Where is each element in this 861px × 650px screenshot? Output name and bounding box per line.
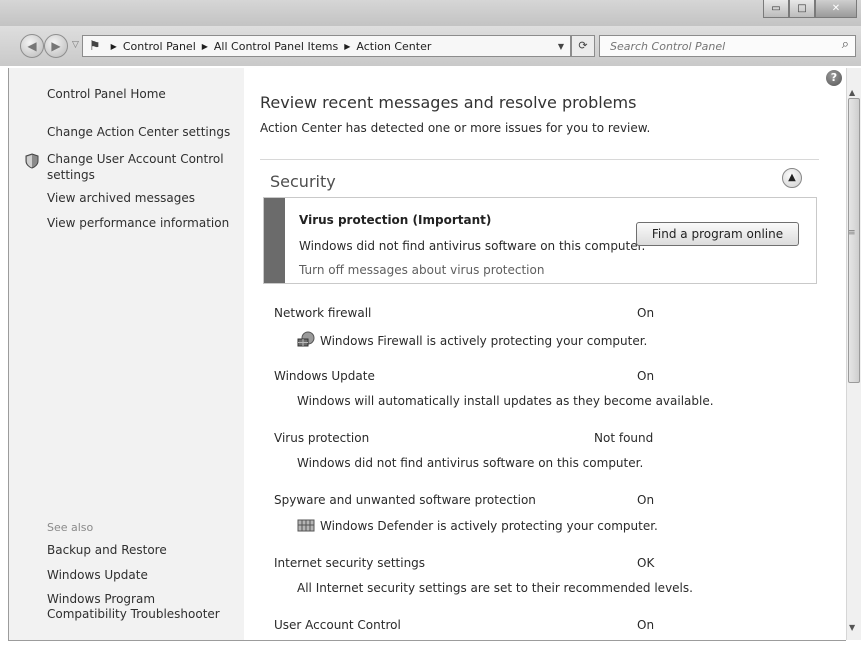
sidebar-item-uac-settings[interactable]: Change User Account Control settings: [47, 151, 237, 183]
item-name-user-account-control: User Account Control: [274, 618, 401, 632]
content-area: Control Panel Home Change Action Center …: [8, 68, 846, 641]
item-name-internet-security: Internet security settings: [274, 556, 426, 570]
close-button[interactable]: ✕: [815, 0, 857, 18]
item-status-user-account-control: On: [637, 618, 655, 632]
help-icon[interactable]: ?: [826, 70, 842, 86]
item-desc-spyware-protection: Windows Defender is actively protecting …: [297, 518, 658, 533]
chevron-right-icon[interactable]: ▶: [344, 42, 350, 51]
item-desc-network-firewall: Windows Firewall is actively protecting …: [297, 331, 647, 348]
breadcrumb-control-panel[interactable]: Control Panel: [123, 40, 196, 53]
refresh-button[interactable]: ⟳: [571, 35, 595, 57]
arrow-left-icon: ◀: [27, 39, 37, 53]
address-bar[interactable]: ⚑ ▶ Control Panel ▶ All Control Panel It…: [82, 35, 571, 57]
minimize-button[interactable]: ▭: [763, 0, 789, 18]
see-also-compatibility-troubleshooter[interactable]: Windows Program Compatibility Troublesho…: [47, 592, 237, 622]
breadcrumb-action-center[interactable]: Action Center: [356, 40, 431, 53]
sidebar: Control Panel Home Change Action Center …: [9, 68, 244, 640]
refresh-icon: ⟳: [578, 39, 588, 52]
back-button[interactable]: ◀: [20, 34, 44, 58]
maximize-button[interactable]: □: [789, 0, 815, 18]
item-name-spyware-protection: Spyware and unwanted software protection: [274, 493, 536, 507]
see-also-windows-update[interactable]: Windows Update: [47, 568, 148, 582]
item-name-network-firewall: Network firewall: [274, 306, 372, 320]
arrow-right-icon: ▶: [51, 39, 61, 53]
item-desc-text: Windows Defender is actively protecting …: [320, 519, 658, 533]
item-status-internet-security: OK: [637, 556, 655, 570]
grip-icon: ≡: [848, 228, 856, 238]
scroll-up-icon[interactable]: ▲: [849, 88, 855, 97]
section-divider: [260, 159, 819, 160]
defender-icon: [297, 519, 315, 532]
sidebar-item-archived-messages[interactable]: View archived messages: [47, 191, 195, 205]
item-status-network-firewall: On: [637, 306, 655, 320]
section-title-security: Security: [270, 172, 336, 191]
uac-shield-icon: [25, 153, 39, 169]
sidebar-item-action-center-settings[interactable]: Change Action Center settings: [47, 125, 230, 139]
scroll-down-icon[interactable]: ▼: [849, 623, 855, 632]
item-desc-virus-protection: Windows did not find antivirus software …: [297, 456, 644, 470]
item-desc-text: Windows Firewall is actively protecting …: [320, 334, 648, 348]
vertical-scrollbar[interactable]: ▲ ≡ ▼: [846, 68, 861, 640]
address-dropdown-icon[interactable]: ▼: [558, 42, 564, 51]
see-also-heading: See also: [47, 521, 94, 534]
forward-button[interactable]: ▶: [44, 34, 68, 58]
page-subtitle: Action Center has detected one or more i…: [260, 121, 651, 135]
search-icon[interactable]: ⌕: [842, 37, 849, 52]
firewall-icon: [297, 331, 315, 347]
item-status-spyware-protection: On: [637, 493, 655, 507]
find-program-online-button[interactable]: Find a program online: [636, 222, 799, 246]
turn-off-messages-link[interactable]: Turn off messages about virus protection: [299, 263, 544, 277]
window-controls: ▭ □ ✕: [763, 0, 857, 18]
search-box[interactable]: ⌕: [599, 35, 856, 57]
sidebar-home-link[interactable]: Control Panel Home: [47, 87, 166, 101]
see-also-backup-restore[interactable]: Backup and Restore: [47, 543, 167, 557]
navigation-bar: ◀ ▶ ▽ ⚑ ▶ Control Panel ▶ All Control Pa…: [0, 26, 861, 66]
alert-description: Windows did not find antivirus software …: [299, 239, 646, 253]
sidebar-item-performance-info[interactable]: View performance information: [47, 216, 229, 230]
collapse-section-button[interactable]: ▲: [782, 168, 802, 188]
breadcrumb-all-items[interactable]: All Control Panel Items: [214, 40, 338, 53]
item-name-windows-update: Windows Update: [274, 369, 375, 383]
page-title: Review recent messages and resolve probl…: [260, 93, 637, 112]
flag-icon: ⚑: [89, 38, 101, 54]
item-desc-windows-update: Windows will automatically install updat…: [297, 394, 714, 408]
virus-protection-alert: Virus protection (Important) Windows did…: [263, 197, 817, 284]
item-name-virus-protection: Virus protection: [274, 431, 370, 445]
search-input[interactable]: [608, 38, 834, 54]
recent-pages-dropdown[interactable]: ▽: [72, 40, 79, 50]
alert-title: Virus protection (Important): [299, 213, 492, 227]
item-status-virus-protection: Not found: [594, 431, 654, 445]
item-desc-internet-security: All Internet security settings are set t…: [297, 581, 693, 595]
chevron-up-icon: ▲: [788, 172, 796, 183]
chevron-right-icon[interactable]: ▶: [202, 42, 208, 51]
item-status-windows-update: On: [637, 369, 655, 383]
scrollbar-thumb[interactable]: [848, 98, 860, 383]
chevron-right-icon[interactable]: ▶: [111, 42, 117, 51]
alert-severity-strip: [264, 198, 285, 283]
